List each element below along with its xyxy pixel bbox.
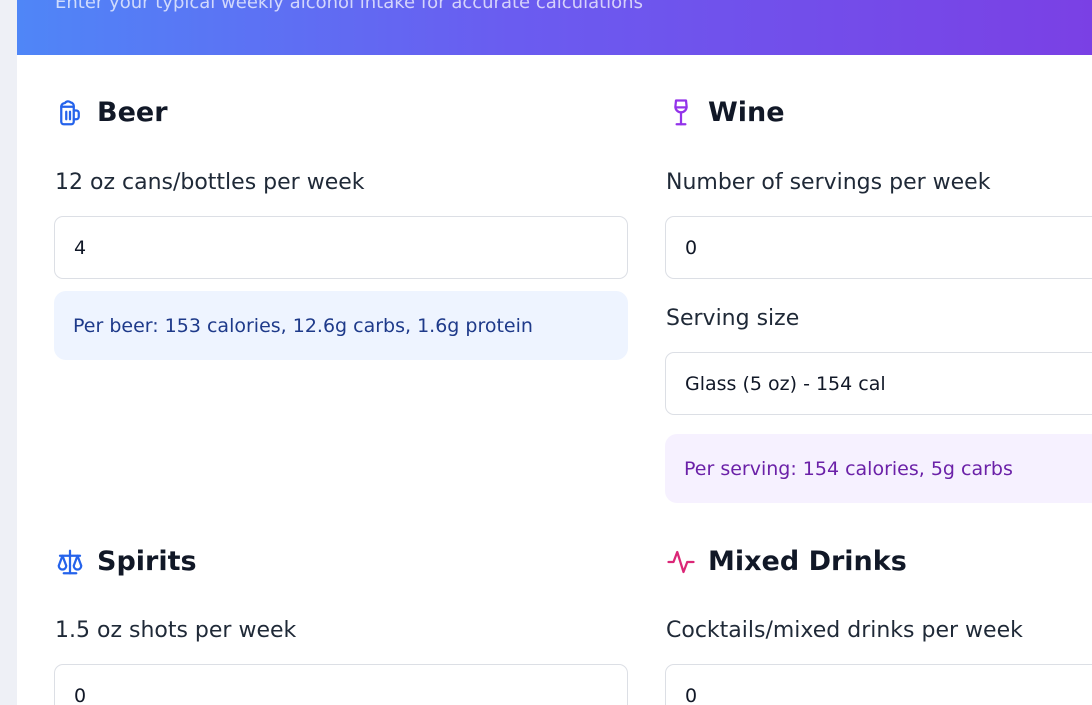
beer-mug-icon xyxy=(55,98,85,128)
wine-serving-size-label: Serving size xyxy=(666,306,800,331)
wine-title: Wine xyxy=(708,97,785,128)
spirits-quantity-input[interactable] xyxy=(54,664,628,705)
mixed-drinks-section-title: Mixed Drinks xyxy=(666,546,907,577)
beer-quantity-input[interactable] xyxy=(54,216,628,279)
beer-section-title: Beer xyxy=(55,97,168,128)
wine-serving-size-select[interactable]: Glass (5 oz) - 154 cal xyxy=(665,352,1092,415)
card-header: Enter your typical weekly alcohol intake… xyxy=(17,0,1092,55)
header-subtitle: Enter your typical weekly alcohol intake… xyxy=(55,0,643,13)
wine-section-title: Wine xyxy=(666,97,785,128)
mixed-drinks-title: Mixed Drinks xyxy=(708,546,907,577)
mixed-drinks-quantity-input[interactable] xyxy=(665,664,1092,705)
wine-nutrition-info: Per serving: 154 calories, 5g carbs xyxy=(665,434,1092,503)
spirits-section-title: Spirits xyxy=(55,546,197,577)
wine-glass-icon xyxy=(666,98,696,128)
alcohol-intake-card: Enter your typical weekly alcohol intake… xyxy=(17,0,1092,705)
spirits-label: 1.5 oz shots per week xyxy=(55,618,297,643)
pulse-icon xyxy=(666,547,696,577)
spirits-title: Spirits xyxy=(97,546,197,577)
beer-label: 12 oz cans/bottles per week xyxy=(55,170,365,195)
beer-title: Beer xyxy=(97,97,168,128)
scale-icon xyxy=(55,547,85,577)
wine-servings-label: Number of servings per week xyxy=(666,170,991,195)
beer-nutrition-info: Per beer: 153 calories, 12.6g carbs, 1.6… xyxy=(54,291,628,360)
mixed-drinks-label: Cocktails/mixed drinks per week xyxy=(666,618,1023,643)
wine-servings-input[interactable] xyxy=(665,216,1092,279)
